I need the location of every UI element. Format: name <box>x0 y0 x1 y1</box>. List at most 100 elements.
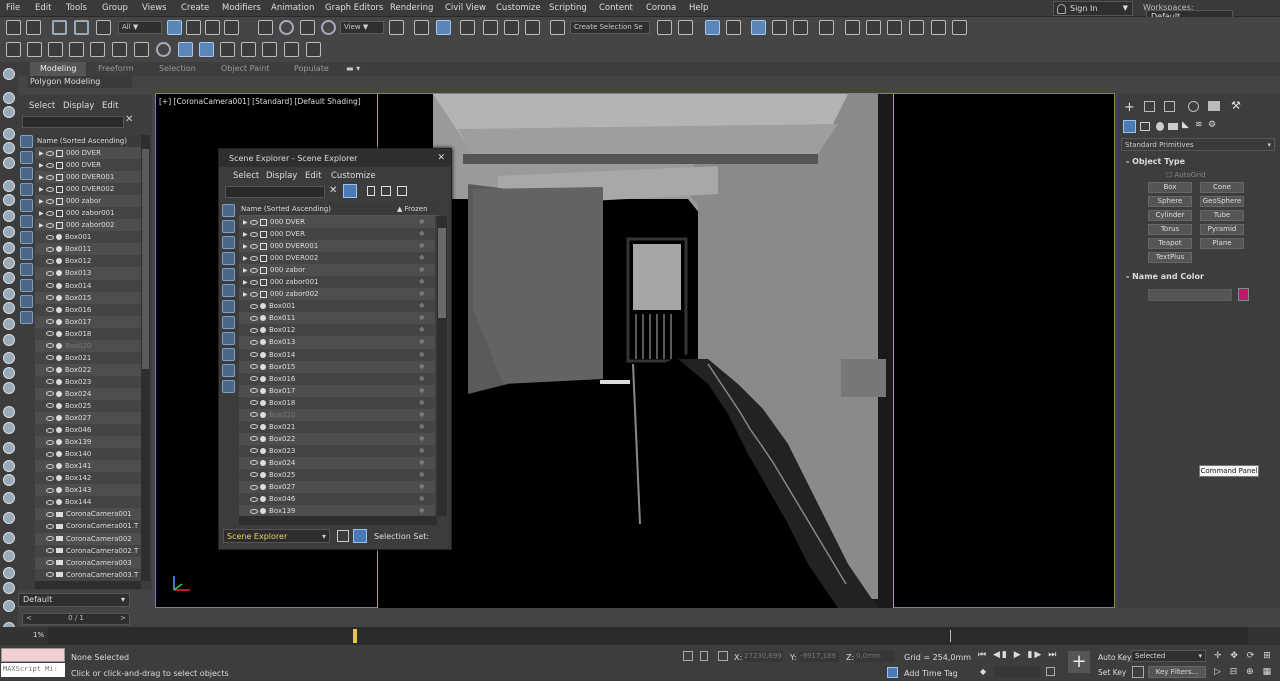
list-item[interactable]: ▶ 000 DVER001 ❄ <box>239 240 435 253</box>
y-coordinate-field[interactable]: -9917,189 <box>799 651 839 662</box>
snaps-toggle-icon[interactable] <box>460 20 475 35</box>
list-item[interactable]: Box012 ❄ <box>239 324 435 337</box>
time-track[interactable] <box>48 627 1248 645</box>
z-coordinate-field[interactable]: 0,0mm <box>855 651 895 662</box>
close-icon[interactable]: ✕ <box>437 153 445 163</box>
toolbar-tool-30-icon[interactable] <box>3 567 15 579</box>
filter-type-7-icon[interactable] <box>222 300 235 313</box>
list-item[interactable]: CoronaCamera003 <box>35 556 141 569</box>
visibility-eye-icon[interactable] <box>250 412 258 418</box>
undo-icon[interactable] <box>6 20 21 35</box>
list-item[interactable]: Box020 ❄ <box>239 408 435 421</box>
frozen-snowflake-icon[interactable]: ❄ <box>419 385 425 397</box>
sort-icon[interactable] <box>353 529 367 543</box>
visibility-eye-icon[interactable] <box>46 391 54 397</box>
visibility-eye-icon[interactable] <box>46 451 54 457</box>
selection-filter-dropdown[interactable]: All ▼ <box>118 21 162 34</box>
list-item[interactable]: ▶ 000 zabor ❄ <box>239 264 435 277</box>
autogrid-checkbox[interactable]: ☐ AutoGrid <box>1166 171 1205 179</box>
material-editor-icon[interactable] <box>819 20 834 35</box>
visibility-eye-icon[interactable] <box>46 499 54 505</box>
lock-icon[interactable] <box>367 186 375 196</box>
list-item[interactable]: Box018 <box>35 327 141 340</box>
list-item[interactable]: ▶ 000 DVER ❄ <box>239 228 435 241</box>
frozen-snowflake-icon[interactable]: ❄ <box>419 336 425 348</box>
toolbar-tool-31-icon[interactable] <box>3 582 15 594</box>
time-tag-icon[interactable] <box>887 667 898 678</box>
primitive-torus-button[interactable]: Torus <box>1148 224 1192 235</box>
scrollbar-thumb[interactable] <box>142 149 149 369</box>
auto-key-button[interactable]: Auto Key <box>1098 653 1131 662</box>
align-icon[interactable] <box>678 20 693 35</box>
list-item[interactable]: Box017 ❄ <box>239 384 435 397</box>
visibility-eye-icon[interactable] <box>250 508 258 514</box>
expand-icon[interactable]: ▶ <box>39 148 45 159</box>
rotate-icon[interactable] <box>279 20 294 35</box>
pivot-center-icon[interactable] <box>389 20 404 35</box>
visibility-eye-icon[interactable] <box>46 331 54 337</box>
hierarchy-icon[interactable] <box>381 186 391 196</box>
menu-display[interactable]: Display <box>63 101 94 111</box>
menu-help[interactable]: Help <box>689 3 708 13</box>
visibility-eye-icon[interactable] <box>46 222 54 228</box>
list-item[interactable]: ▶ 000 zabor001 <box>35 207 141 220</box>
unlink-icon[interactable] <box>74 20 89 35</box>
list-item[interactable]: Box016 <box>35 303 141 316</box>
visibility-eye-icon[interactable] <box>46 210 54 216</box>
menu-civil-view[interactable]: Civil View <box>445 3 486 13</box>
render-icon[interactable] <box>156 42 171 57</box>
list-item[interactable]: Box021 <box>35 351 141 364</box>
filter-icon[interactable] <box>343 184 357 198</box>
menu-scripting[interactable]: Scripting <box>549 3 587 13</box>
visibility-eye-icon[interactable] <box>46 307 54 313</box>
menu-customize[interactable]: Customize <box>331 171 376 181</box>
visibility-eye-icon[interactable] <box>250 460 258 466</box>
visibility-eye-icon[interactable] <box>46 283 54 289</box>
list-item[interactable]: Box024 ❄ <box>239 456 435 469</box>
frozen-snowflake-icon[interactable]: ❄ <box>419 469 425 481</box>
primitive-geosphere-button[interactable]: GeoSphere <box>1200 196 1244 207</box>
expand-icon[interactable]: ▶ <box>39 184 45 195</box>
geometry-icon[interactable] <box>1123 120 1136 133</box>
list-item[interactable]: ▶ 000 zabor <box>35 195 141 208</box>
menu-animation[interactable]: Animation <box>271 3 314 13</box>
expand-icon[interactable]: ▶ <box>39 160 45 171</box>
menu-select[interactable]: Select <box>29 101 55 111</box>
select-by-name-icon[interactable] <box>186 20 201 35</box>
open-explorer-icon[interactable] <box>931 20 946 35</box>
ribbon-toggle-icon[interactable] <box>751 20 766 35</box>
frame-icon[interactable] <box>199 42 214 57</box>
eye-icon[interactable] <box>284 42 299 57</box>
list-item[interactable]: Box020 <box>35 339 141 352</box>
object-name-input[interactable] <box>1148 289 1232 301</box>
toolbar-tool-8-icon[interactable] <box>3 194 15 206</box>
reference-coordinate-dropdown[interactable]: View ▼ <box>340 21 384 34</box>
link-icon[interactable] <box>52 20 67 35</box>
clear-search-icon[interactable]: ✕ <box>329 185 337 196</box>
list-item[interactable]: Box016 ❄ <box>239 372 435 385</box>
window-crossing-icon[interactable] <box>224 20 239 35</box>
visibility-eye-icon[interactable] <box>46 511 54 517</box>
layers-icon[interactable] <box>112 42 127 57</box>
visibility-eye-icon[interactable] <box>250 472 258 478</box>
frozen-snowflake-icon[interactable]: ❄ <box>419 361 425 373</box>
visibility-eye-icon[interactable] <box>250 243 258 249</box>
horizontal-scrollbar[interactable] <box>35 581 141 589</box>
list-item[interactable]: Box046 <box>35 424 141 437</box>
select-object-icon[interactable] <box>167 20 182 35</box>
visibility-eye-icon[interactable] <box>46 174 54 180</box>
lock-selection-icon[interactable] <box>700 651 708 661</box>
toolbar-tool-12-icon[interactable] <box>3 257 15 269</box>
list-item[interactable]: CoronaCamera002 <box>35 532 141 545</box>
toolbar-tool-4-icon[interactable] <box>3 128 15 140</box>
visibility-eye-icon[interactable] <box>46 548 54 554</box>
toolbar-tool-16-icon[interactable] <box>3 318 15 330</box>
menu-select[interactable]: Select <box>233 171 259 181</box>
key-tangent-icon[interactable] <box>1132 666 1144 678</box>
playback-controls[interactable]: ⏮ ◀▮ ▶ ▮▶ ⏭ <box>978 650 1058 660</box>
list-item[interactable]: Box139 <box>35 436 141 449</box>
primitive-cylinder-button[interactable]: Cylinder <box>1148 210 1192 221</box>
frozen-snowflake-icon[interactable]: ❄ <box>419 264 425 276</box>
list-item[interactable]: Box144 <box>35 496 141 509</box>
cameras-icon[interactable] <box>1168 123 1178 130</box>
